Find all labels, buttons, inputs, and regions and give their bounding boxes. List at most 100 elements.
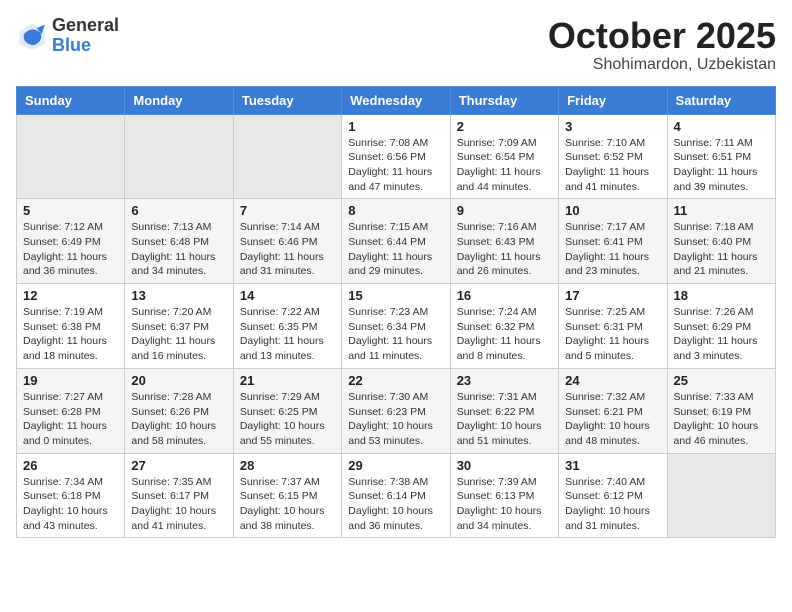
logo-icon	[16, 20, 48, 52]
day-number: 26	[23, 458, 118, 473]
weekday-header-monday: Monday	[125, 86, 233, 114]
day-number: 6	[131, 203, 226, 218]
day-number: 12	[23, 288, 118, 303]
calendar-cell: 11Sunrise: 7:18 AM Sunset: 6:40 PM Dayli…	[667, 199, 775, 284]
day-number: 28	[240, 458, 335, 473]
day-number: 18	[674, 288, 769, 303]
day-number: 27	[131, 458, 226, 473]
day-number: 9	[457, 203, 552, 218]
day-number: 30	[457, 458, 552, 473]
weekday-header-sunday: Sunday	[17, 86, 125, 114]
calendar-cell: 19Sunrise: 7:27 AM Sunset: 6:28 PM Dayli…	[17, 368, 125, 453]
day-info: Sunrise: 7:14 AM Sunset: 6:46 PM Dayligh…	[240, 220, 335, 279]
calendar-cell: 12 Sunrise: 7:19 AM Sunset: 6:38 PM Dayli…	[17, 284, 125, 369]
calendar-cell: 1 Sunrise: 7:08 AM Sunset: 6:56 PM Daylig…	[342, 114, 450, 199]
calendar-cell: 18 Sunrise: 7:26 AM Sunset: 6:29 PM Dayli…	[667, 284, 775, 369]
calendar-cell	[17, 114, 125, 199]
day-info: Sunrise: 7:12 AM Sunset: 6:49 PM Dayligh…	[23, 220, 118, 279]
day-info: Sunrise: 7:23 AM Sunset: 6:34 PM Dayligh…	[348, 305, 443, 364]
day-info: Sunrise: 7:34 AM Sunset: 6:18 PM Dayligh…	[23, 475, 118, 534]
day-number: 17	[565, 288, 660, 303]
calendar-cell: 6Sunrise: 7:13 AM Sunset: 6:48 PM Daylig…	[125, 199, 233, 284]
day-info: Sunrise: 7:09 AM Sunset: 6:54 PM Dayligh…	[457, 136, 552, 195]
day-info: Sunrise: 7:37 AM Sunset: 6:15 PM Dayligh…	[240, 475, 335, 534]
calendar-cell: 31 Sunrise: 7:40 AM Sunset: 6:12 PM Dayli…	[559, 453, 667, 538]
day-number: 21	[240, 373, 335, 388]
day-info: Sunrise: 7:25 AM Sunset: 6:31 PM Dayligh…	[565, 305, 660, 364]
day-number: 10	[565, 203, 660, 218]
day-info: Sunrise: 7:15 AM Sunset: 6:44 PM Dayligh…	[348, 220, 443, 279]
calendar-cell: 9 Sunrise: 7:16 AM Sunset: 6:43 PM Daylig…	[450, 199, 558, 284]
day-info: Sunrise: 7:40 AM Sunset: 6:12 PM Dayligh…	[565, 475, 660, 534]
day-info: Sunrise: 7:32 AM Sunset: 6:21 PM Dayligh…	[565, 390, 660, 449]
calendar-cell: 21 Sunrise: 7:29 AM Sunset: 6:25 PM Dayli…	[233, 368, 341, 453]
weekday-header-thursday: Thursday	[450, 86, 558, 114]
day-info: Sunrise: 7:26 AM Sunset: 6:29 PM Dayligh…	[674, 305, 769, 364]
logo-text: General Blue	[52, 16, 119, 56]
calendar-week-row: 5 Sunrise: 7:12 AM Sunset: 6:49 PM Daylig…	[17, 199, 776, 284]
calendar-cell: 5 Sunrise: 7:12 AM Sunset: 6:49 PM Daylig…	[17, 199, 125, 284]
calendar-cell	[233, 114, 341, 199]
calendar-table: SundayMondayTuesdayWednesdayThursdayFrid…	[16, 86, 776, 539]
day-info: Sunrise: 7:22 AM Sunset: 6:35 PM Dayligh…	[240, 305, 335, 364]
weekday-header-tuesday: Tuesday	[233, 86, 341, 114]
day-number: 25	[674, 373, 769, 388]
calendar-week-row: 26 Sunrise: 7:34 AM Sunset: 6:18 PM Dayli…	[17, 453, 776, 538]
calendar-cell	[667, 453, 775, 538]
logo: General Blue	[16, 16, 119, 56]
day-number: 19	[23, 373, 118, 388]
day-info: Sunrise: 7:38 AM Sunset: 6:14 PM Dayligh…	[348, 475, 443, 534]
calendar-cell: 25 Sunrise: 7:33 AM Sunset: 6:19 PM Dayli…	[667, 368, 775, 453]
logo-blue-text: Blue	[52, 36, 119, 56]
calendar-week-row: 1 Sunrise: 7:08 AM Sunset: 6:56 PM Daylig…	[17, 114, 776, 199]
day-info: Sunrise: 7:16 AM Sunset: 6:43 PM Dayligh…	[457, 220, 552, 279]
weekday-header-wednesday: Wednesday	[342, 86, 450, 114]
day-info: Sunrise: 7:29 AM Sunset: 6:25 PM Dayligh…	[240, 390, 335, 449]
day-info: Sunrise: 7:11 AM Sunset: 6:51 PM Dayligh…	[674, 136, 769, 195]
calendar-cell: 3Sunrise: 7:10 AM Sunset: 6:52 PM Daylig…	[559, 114, 667, 199]
day-info: Sunrise: 7:33 AM Sunset: 6:19 PM Dayligh…	[674, 390, 769, 449]
title-block: October 2025 Shohimardon, Uzbekistan	[548, 16, 776, 74]
calendar-cell: 16 Sunrise: 7:24 AM Sunset: 6:32 PM Dayli…	[450, 284, 558, 369]
day-number: 13	[131, 288, 226, 303]
day-info: Sunrise: 7:39 AM Sunset: 6:13 PM Dayligh…	[457, 475, 552, 534]
day-info: Sunrise: 7:35 AM Sunset: 6:17 PM Dayligh…	[131, 475, 226, 534]
day-number: 1	[348, 119, 443, 134]
calendar-cell: 27 Sunrise: 7:35 AM Sunset: 6:17 PM Dayli…	[125, 453, 233, 538]
day-number: 31	[565, 458, 660, 473]
page-header: General Blue October 2025 Shohimardon, U…	[16, 16, 776, 74]
day-number: 7	[240, 203, 335, 218]
month-title: October 2025	[548, 16, 776, 56]
day-info: Sunrise: 7:08 AM Sunset: 6:56 PM Dayligh…	[348, 136, 443, 195]
day-number: 29	[348, 458, 443, 473]
calendar-cell	[125, 114, 233, 199]
day-info: Sunrise: 7:19 AM Sunset: 6:38 PM Dayligh…	[23, 305, 118, 364]
calendar-cell: 24 Sunrise: 7:32 AM Sunset: 6:21 PM Dayli…	[559, 368, 667, 453]
weekday-header-saturday: Saturday	[667, 86, 775, 114]
day-number: 2	[457, 119, 552, 134]
day-number: 16	[457, 288, 552, 303]
location-subtitle: Shohimardon, Uzbekistan	[548, 56, 776, 74]
day-info: Sunrise: 7:18 AM Sunset: 6:40 PM Dayligh…	[674, 220, 769, 279]
calendar-cell: 8 Sunrise: 7:15 AM Sunset: 6:44 PM Daylig…	[342, 199, 450, 284]
calendar-cell: 26 Sunrise: 7:34 AM Sunset: 6:18 PM Dayli…	[17, 453, 125, 538]
day-number: 14	[240, 288, 335, 303]
calendar-cell: 29 Sunrise: 7:38 AM Sunset: 6:14 PM Dayli…	[342, 453, 450, 538]
day-number: 20	[131, 373, 226, 388]
day-info: Sunrise: 7:24 AM Sunset: 6:32 PM Dayligh…	[457, 305, 552, 364]
calendar-cell: 22Sunrise: 7:30 AM Sunset: 6:23 PM Dayli…	[342, 368, 450, 453]
weekday-header-row: SundayMondayTuesdayWednesdayThursdayFrid…	[17, 86, 776, 114]
day-info: Sunrise: 7:31 AM Sunset: 6:22 PM Dayligh…	[457, 390, 552, 449]
day-info: Sunrise: 7:20 AM Sunset: 6:37 PM Dayligh…	[131, 305, 226, 364]
day-number: 8	[348, 203, 443, 218]
day-number: 4	[674, 119, 769, 134]
logo-general-text: General	[52, 16, 119, 36]
day-number: 5	[23, 203, 118, 218]
day-number: 24	[565, 373, 660, 388]
calendar-cell: 13 Sunrise: 7:20 AM Sunset: 6:37 PM Dayli…	[125, 284, 233, 369]
calendar-cell: 4 Sunrise: 7:11 AM Sunset: 6:51 PM Daylig…	[667, 114, 775, 199]
calendar-cell: 7 Sunrise: 7:14 AM Sunset: 6:46 PM Daylig…	[233, 199, 341, 284]
calendar-week-row: 12 Sunrise: 7:19 AM Sunset: 6:38 PM Dayli…	[17, 284, 776, 369]
day-number: 3	[565, 119, 660, 134]
calendar-cell: 14 Sunrise: 7:22 AM Sunset: 6:35 PM Dayli…	[233, 284, 341, 369]
